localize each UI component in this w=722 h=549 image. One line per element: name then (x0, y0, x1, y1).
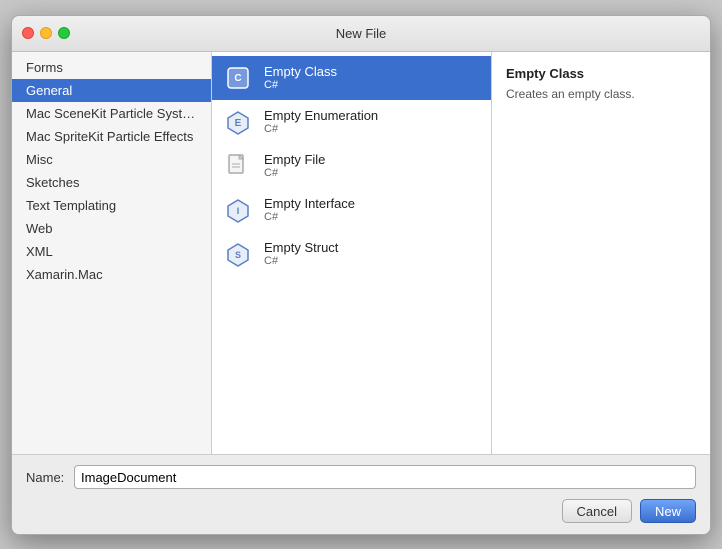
sidebar-item-mac-spritekit[interactable]: Mac SpriteKit Particle Effects (12, 125, 211, 148)
detail-description: Creates an empty class. (506, 87, 696, 101)
svg-text:I: I (237, 206, 240, 216)
maximize-button[interactable] (58, 27, 70, 39)
list-item-empty-file[interactable]: Empty FileC# (212, 144, 491, 188)
item-sub-empty-enumeration: C# (264, 123, 378, 135)
sidebar-item-mac-scenekit[interactable]: Mac SceneKit Particle System (12, 102, 211, 125)
titlebar-buttons (22, 27, 70, 39)
svg-text:C: C (234, 73, 241, 84)
detail-title: Empty Class (506, 66, 696, 81)
class-icon: C (222, 62, 254, 94)
sidebar-item-xamarin-mac[interactable]: Xamarin.Mac (12, 263, 211, 286)
struct-icon: S (222, 238, 254, 270)
cancel-button[interactable]: Cancel (562, 499, 632, 523)
item-name-empty-file: Empty File (264, 152, 325, 167)
sidebar-item-misc[interactable]: Misc (12, 148, 211, 171)
interface-icon: I (222, 194, 254, 226)
minimize-button[interactable] (40, 27, 52, 39)
item-name-empty-struct: Empty Struct (264, 240, 338, 255)
detail-panel: Empty Class Creates an empty class. (492, 52, 710, 454)
sidebar-item-general[interactable]: General (12, 79, 211, 102)
svg-text:S: S (235, 250, 241, 260)
sidebar-item-text-templating[interactable]: Text Templating (12, 194, 211, 217)
sidebar-item-forms[interactable]: Forms (12, 56, 211, 79)
window-title: New File (336, 26, 387, 41)
item-name-empty-interface: Empty Interface (264, 196, 355, 211)
button-row: Cancel New (26, 499, 696, 523)
content-area: FormsGeneralMac SceneKit Particle System… (12, 52, 710, 454)
close-button[interactable] (22, 27, 34, 39)
new-button[interactable]: New (640, 499, 696, 523)
titlebar: New File (12, 16, 710, 52)
item-sub-empty-interface: C# (264, 211, 355, 223)
sidebar: FormsGeneralMac SceneKit Particle System… (12, 52, 212, 454)
sidebar-item-sketches[interactable]: Sketches (12, 171, 211, 194)
bottom-bar: Name: Cancel New (12, 454, 710, 534)
new-file-dialog: New File FormsGeneralMac SceneKit Partic… (11, 15, 711, 535)
item-sub-empty-class: C# (264, 79, 337, 91)
item-sub-empty-struct: C# (264, 255, 338, 267)
list-item-empty-enumeration[interactable]: E Empty EnumerationC# (212, 100, 491, 144)
item-name-empty-enumeration: Empty Enumeration (264, 108, 378, 123)
name-label: Name: (26, 470, 66, 485)
name-input[interactable] (74, 465, 696, 489)
file-icon (222, 150, 254, 182)
list-item-empty-class[interactable]: C Empty ClassC# (212, 56, 491, 100)
list-item-empty-interface[interactable]: I Empty InterfaceC# (212, 188, 491, 232)
enum-icon: E (222, 106, 254, 138)
sidebar-item-web[interactable]: Web (12, 217, 211, 240)
item-sub-empty-file: C# (264, 167, 325, 179)
svg-text:E: E (235, 118, 242, 129)
name-row: Name: (26, 465, 696, 489)
sidebar-item-xml[interactable]: XML (12, 240, 211, 263)
template-list: C Empty ClassC# E Empty EnumerationC# Em… (212, 52, 492, 454)
item-name-empty-class: Empty Class (264, 64, 337, 79)
list-item-empty-struct[interactable]: S Empty StructC# (212, 232, 491, 276)
